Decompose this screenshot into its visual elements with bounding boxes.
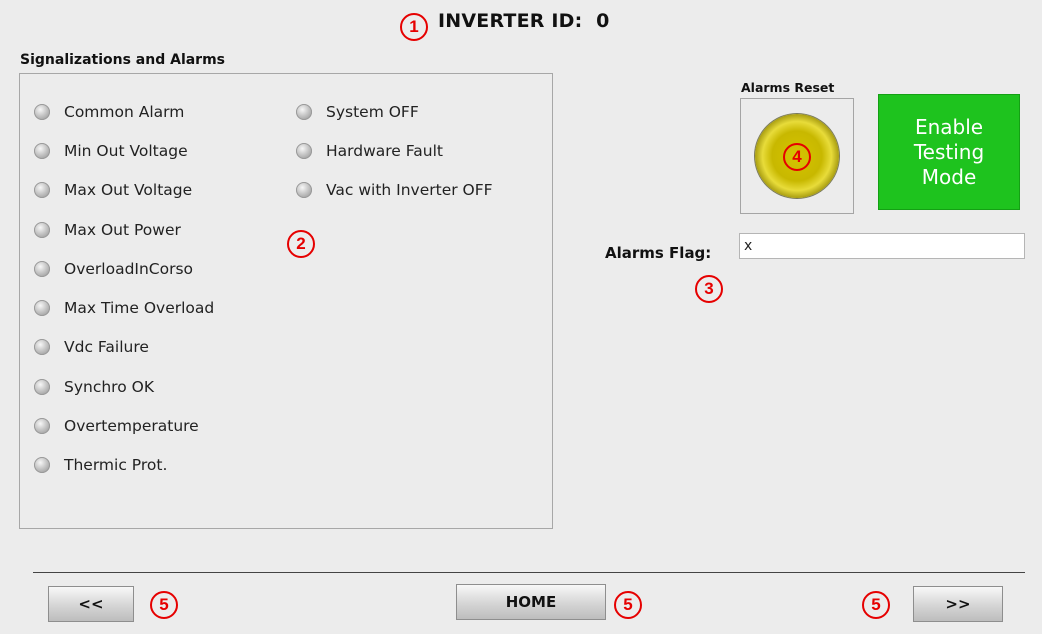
alarm-label: Max Out Power xyxy=(64,220,181,239)
footer-divider xyxy=(33,572,1025,573)
home-button[interactable]: HOME xyxy=(456,584,606,620)
alarm-led-icon xyxy=(34,182,50,199)
alarm-label: Vac with Inverter OFF xyxy=(326,181,493,200)
alarm-led-icon xyxy=(296,103,312,120)
alarms-column-2: System OFF Hardware Fault Vac with Inver… xyxy=(296,92,493,210)
testing-button-line-1: Enable xyxy=(914,114,984,139)
alarms-flag-label: Alarms Flag: xyxy=(605,244,712,262)
alarm-led-icon xyxy=(34,103,50,120)
alarm-item: Vac with Inverter OFF xyxy=(296,171,493,210)
annotation-marker-3: 3 xyxy=(695,275,723,303)
page-title: INVERTER ID: 0 xyxy=(438,10,610,32)
alarm-led-icon xyxy=(34,378,50,395)
alarm-label: Thermic Prot. xyxy=(64,456,168,475)
annotation-marker-5-prev: 5 xyxy=(150,591,178,619)
alarm-led-icon xyxy=(296,182,312,199)
alarm-led-icon xyxy=(34,142,50,159)
alarm-label: System OFF xyxy=(326,102,419,121)
annotation-marker-4: 4 xyxy=(783,143,811,171)
alarm-item: System OFF xyxy=(296,92,493,131)
annotation-marker-5-next: 5 xyxy=(862,591,890,619)
next-page-button[interactable]: >> xyxy=(913,586,1003,622)
alarm-item: Max Out Power xyxy=(34,210,214,249)
alarm-led-icon xyxy=(34,221,50,238)
annotation-marker-1: 1 xyxy=(400,13,428,41)
alarm-led-icon xyxy=(34,300,50,317)
alarm-item: Overtemperature xyxy=(34,406,214,445)
alarm-label: Common Alarm xyxy=(64,102,185,121)
alarm-item: Thermic Prot. xyxy=(34,446,214,485)
alarm-item: Max Time Overload xyxy=(34,288,214,327)
alarms-section-label: Signalizations and Alarms xyxy=(20,52,226,68)
alarms-flag-field[interactable] xyxy=(739,233,1025,259)
alarm-item: OverloadInCorso xyxy=(34,249,214,288)
alarm-led-icon xyxy=(34,339,50,356)
testing-button-line-2: Testing xyxy=(913,139,985,164)
alarm-item: Synchro OK xyxy=(34,367,214,406)
alarm-label: Max Time Overload xyxy=(64,299,215,318)
alarms-reset-label: Alarms Reset xyxy=(741,80,835,95)
alarm-label: Vdc Failure xyxy=(64,338,149,357)
prev-page-button[interactable]: << xyxy=(48,586,134,622)
enable-testing-mode-button[interactable]: Enable Testing Mode xyxy=(878,94,1020,210)
alarm-label: Hardware Fault xyxy=(326,141,443,160)
alarms-panel: Common Alarm Min Out Voltage Max Out Vol… xyxy=(19,73,553,529)
alarm-label: Min Out Voltage xyxy=(64,141,188,160)
alarms-reset-frame: 4 xyxy=(740,98,854,214)
alarm-item: Vdc Failure xyxy=(34,328,214,367)
alarm-led-icon xyxy=(34,260,50,277)
alarm-led-icon xyxy=(34,418,50,435)
testing-button-line-3: Mode xyxy=(921,164,977,189)
alarm-item: Hardware Fault xyxy=(296,131,493,170)
alarm-led-icon xyxy=(34,457,50,474)
alarm-item: Max Out Voltage xyxy=(34,171,214,210)
annotation-marker-2: 2 xyxy=(287,230,315,258)
alarm-label: Max Out Voltage xyxy=(64,181,193,200)
alarm-label: OverloadInCorso xyxy=(64,259,194,278)
alarm-item: Common Alarm xyxy=(34,92,214,131)
annotation-marker-5-home: 5 xyxy=(614,591,642,619)
alarm-label: Synchro OK xyxy=(64,377,154,396)
alarm-led-icon xyxy=(296,142,312,159)
alarms-column-1: Common Alarm Min Out Voltage Max Out Vol… xyxy=(34,92,214,485)
alarm-item: Min Out Voltage xyxy=(34,131,214,170)
alarm-label: Overtemperature xyxy=(64,417,199,436)
